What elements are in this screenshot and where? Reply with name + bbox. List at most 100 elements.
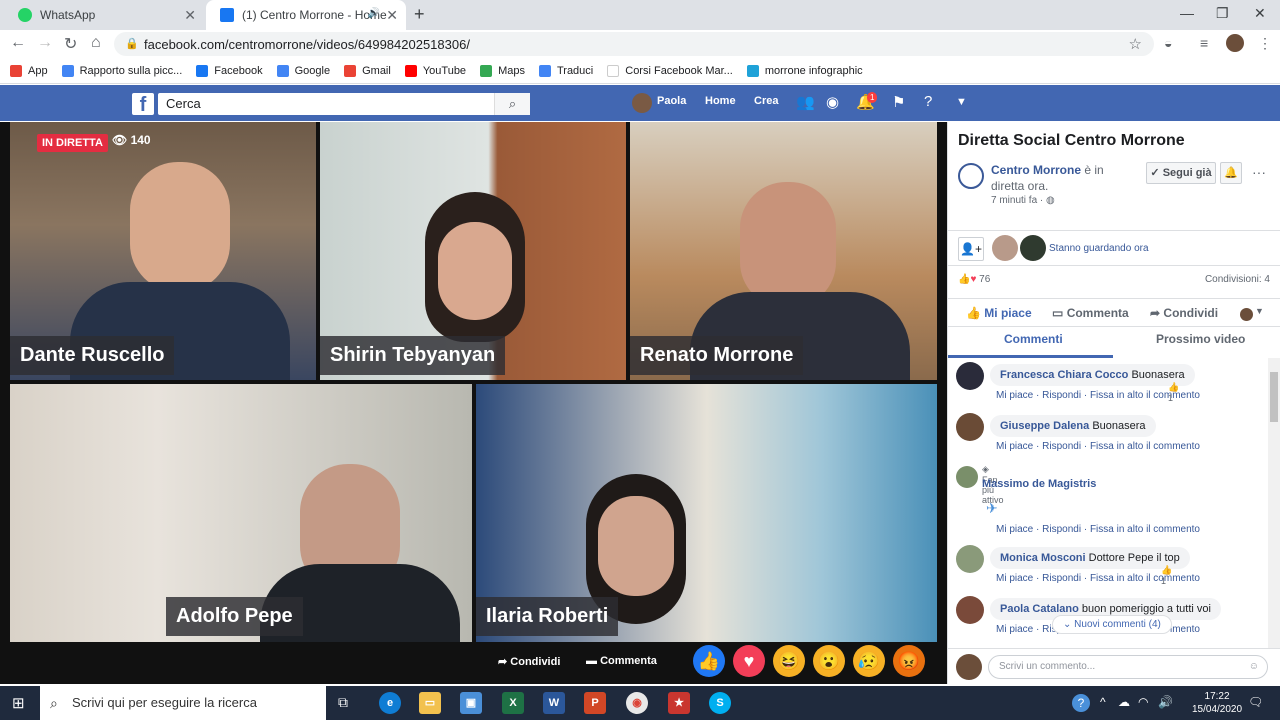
reply-link[interactable]: Rispondi — [1042, 441, 1081, 452]
avatar[interactable] — [956, 413, 984, 441]
user-avatar[interactable] — [632, 93, 652, 113]
home-link[interactable]: Home — [705, 95, 736, 107]
like-link[interactable]: Mi piace — [996, 524, 1033, 535]
pin-link[interactable]: Fissa in alto il commento — [1090, 441, 1200, 452]
comment-author[interactable]: Monica Mosconi — [1000, 552, 1086, 564]
store-icon[interactable]: ▣ — [460, 692, 482, 714]
help-icon[interactable]: ? — [924, 93, 932, 110]
avatar[interactable] — [956, 362, 984, 390]
comment-author[interactable]: Massimo de Magistris — [982, 478, 1096, 490]
chrome-icon[interactable]: ◉ — [626, 692, 648, 714]
powerpoint-icon[interactable]: P — [584, 692, 606, 714]
comment-input[interactable]: Scrivi un commento... ☺ — [988, 655, 1268, 679]
friends-icon[interactable]: 👥 — [796, 93, 815, 111]
reply-link[interactable]: Rispondi — [1042, 524, 1081, 535]
reaction-wow-icon[interactable]: 😮 — [813, 645, 845, 677]
edge-icon[interactable]: e — [379, 692, 401, 714]
quick-help-icon[interactable]: ⚑ — [892, 93, 905, 111]
wifi-icon[interactable]: ◠ — [1138, 695, 1148, 709]
watching-now-link[interactable]: Stanno guardando ora — [1049, 243, 1149, 254]
skype-icon[interactable]: S — [709, 692, 731, 714]
search-input[interactable]: Cerca ⌕ — [158, 93, 530, 115]
address-bar[interactable]: 🔒 facebook.com/centromorrone/videos/6499… — [114, 32, 1154, 56]
tab-centro-morrone[interactable]: (1) Centro Morrone - Home 🔊 ✕ — [206, 0, 406, 30]
menu-icon[interactable]: ⋮ — [1258, 35, 1272, 52]
reaction-angry-icon[interactable]: 😡 — [893, 645, 925, 677]
messenger-icon[interactable]: ◉ — [826, 93, 839, 111]
new-tab-button[interactable]: + — [414, 4, 425, 25]
chevron-down-icon[interactable]: ▼ — [1255, 306, 1264, 316]
facebook-logo[interactable]: f — [132, 93, 154, 116]
notifications-tray-icon[interactable]: 🗨 — [1248, 695, 1263, 709]
comment-author[interactable]: Paola Catalano — [1000, 603, 1079, 615]
reaction-like-icon[interactable]: 👍 — [693, 645, 725, 677]
tab-comments[interactable]: Commenti — [1004, 332, 1063, 346]
file-explorer-icon[interactable]: ▭ — [419, 692, 441, 714]
page-logo[interactable] — [958, 163, 984, 189]
bookmark-item[interactable]: Corsi Facebook Mar... — [607, 64, 733, 77]
forward-button[interactable]: → — [37, 34, 53, 52]
bookmark-item[interactable]: Rapporto sulla picc... — [61, 64, 182, 77]
like-button[interactable]: 👍 Mi piace — [966, 306, 1032, 320]
emoji-icon[interactable]: ☺ — [1249, 656, 1259, 678]
minimize-button[interactable]: — — [1180, 5, 1194, 21]
volume-icon[interactable]: 🔊 — [1158, 695, 1173, 709]
avatar[interactable] — [956, 596, 984, 624]
excel-icon[interactable]: X — [502, 692, 524, 714]
maximize-button[interactable]: ❐ — [1216, 5, 1229, 22]
taskbar-search[interactable]: ⌕ Scrivi qui per eseguire la ricerca — [40, 686, 326, 720]
speaker-icon[interactable]: 🔊 — [368, 8, 380, 19]
bookmark-item[interactable]: Traduci — [538, 64, 593, 77]
back-button[interactable]: ← — [10, 34, 26, 52]
close-window-button[interactable]: ✕ — [1254, 5, 1266, 22]
reload-button[interactable]: ↻ — [64, 34, 77, 54]
profile-avatar[interactable] — [1226, 34, 1244, 52]
live-video-player[interactable]: Dante Ruscello Shirin Tebyanyan Renato M… — [0, 122, 947, 684]
comment-author[interactable]: Francesca Chiara Cocco — [1000, 369, 1128, 381]
viewer-avatar[interactable] — [992, 235, 1018, 261]
like-link[interactable]: Mi piace — [996, 441, 1033, 452]
like-link[interactable]: Mi piace — [996, 624, 1033, 635]
bookmark-item[interactable]: Google — [276, 64, 330, 77]
follow-button[interactable]: ✓ Segui già — [1146, 162, 1216, 184]
viewer-avatar[interactable] — [1020, 235, 1046, 261]
reply-link[interactable]: Rispondi — [1042, 390, 1081, 401]
pin-link[interactable]: Fissa in alto il commento — [1090, 524, 1200, 535]
share-button[interactable]: ➦ Condividi — [1150, 306, 1218, 320]
bookmark-apps[interactable]: App — [10, 64, 48, 77]
app-icon[interactable]: ★ — [668, 692, 690, 714]
home-button[interactable]: ⌂ — [91, 34, 101, 52]
help-tray-icon[interactable]: ? — [1072, 694, 1090, 712]
avatar[interactable] — [956, 545, 984, 573]
more-options-icon[interactable]: ··· — [1252, 164, 1266, 180]
chevron-up-icon[interactable]: ^ — [1100, 695, 1106, 709]
video-comment-button[interactable]: ▬ Commenta — [586, 655, 657, 667]
share-count[interactable]: Condivisioni: 4 — [1205, 274, 1270, 285]
bell-icon[interactable]: 🔔 — [1220, 162, 1242, 184]
playlist-icon[interactable]: ≡ — [1200, 35, 1208, 51]
bookmark-item[interactable]: YouTube — [404, 64, 466, 77]
word-icon[interactable]: W — [543, 692, 565, 714]
video-share-button[interactable]: ➦ Condividi — [498, 655, 560, 668]
reaction-sad-icon[interactable]: 😥 — [853, 645, 885, 677]
comment-button[interactable]: ▭ Commenta — [1052, 306, 1129, 320]
search-icon[interactable]: ⌕ — [494, 93, 530, 115]
reaction-summary[interactable]: 👍♥ 76 — [958, 274, 990, 285]
like-link[interactable]: Mi piace — [996, 390, 1033, 401]
like-link[interactable]: Mi piace — [996, 573, 1033, 584]
page-name-link[interactable]: Centro Morrone — [991, 163, 1081, 177]
pin-link[interactable]: Fissa in alto il commento — [1090, 390, 1200, 401]
comment-author[interactable]: Giuseppe Dalena — [1000, 420, 1089, 432]
user-name-link[interactable]: Paola — [657, 95, 686, 107]
cloud-icon[interactable]: ☁ — [1118, 695, 1130, 709]
task-view-icon[interactable]: ⧉ — [338, 694, 348, 711]
tab-whatsapp[interactable]: WhatsApp ✕ — [4, 0, 204, 30]
bookmark-item[interactable]: Maps — [480, 64, 525, 77]
windows-start-icon[interactable]: ⊞ — [12, 694, 25, 712]
close-icon[interactable]: ✕ — [184, 7, 196, 24]
incognito-icon[interactable]: ◒ — [1164, 35, 1172, 51]
add-friend-icon[interactable]: 👤+ — [958, 237, 984, 261]
reaction-haha-icon[interactable]: 😆 — [773, 645, 805, 677]
pin-link[interactable]: Fissa in alto il commento — [1090, 573, 1200, 584]
reply-link[interactable]: Rispondi — [1042, 573, 1081, 584]
